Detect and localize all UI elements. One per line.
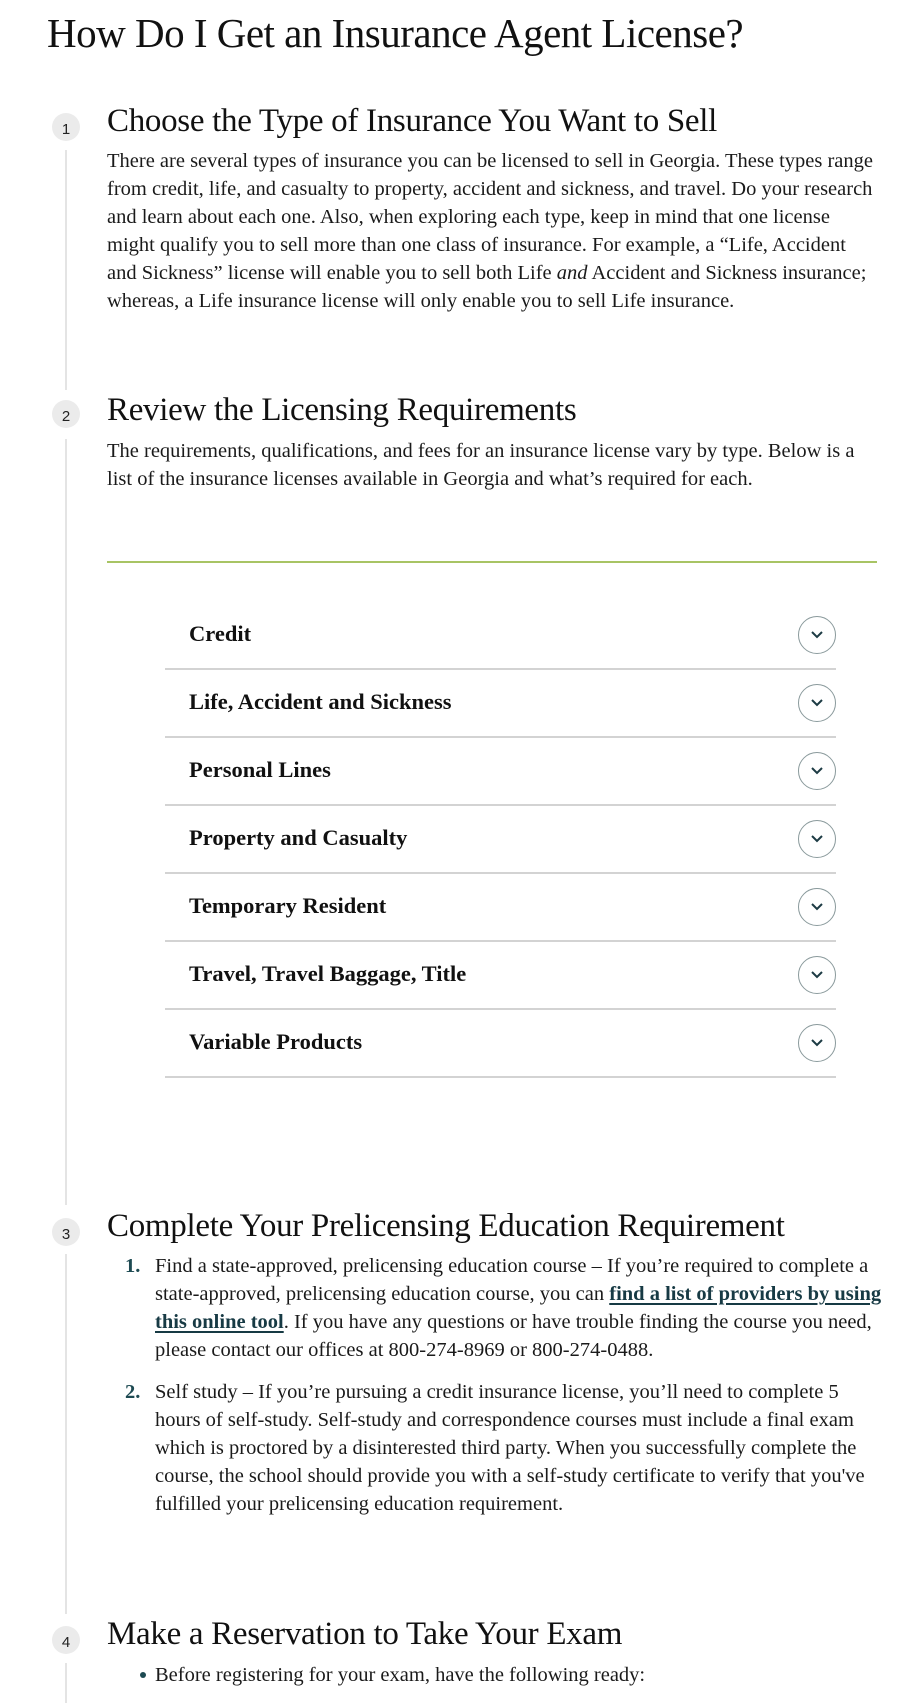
bullet-icon	[140, 1672, 146, 1678]
list-item: 1. Find a state-approved, prelicensing e…	[107, 1252, 887, 1364]
exam-prep-list: Before registering for your exam, have t…	[107, 1661, 887, 1689]
emphasis: and	[556, 262, 588, 284]
text: Self study – If you’re pursuing a credit…	[155, 1381, 865, 1515]
step-connector-line	[65, 1254, 67, 1614]
step-connector-line	[65, 1663, 67, 1703]
accordion-item-label: Personal Lines	[189, 757, 331, 782]
text: Before registering for your exam, have t…	[155, 1664, 646, 1686]
accordion-item-label: Temporary Resident	[189, 893, 387, 918]
education-steps-list: 1. Find a state-approved, prelicensing e…	[107, 1252, 887, 1532]
accordion-item-travel-baggage-title[interactable]: Travel, Travel Baggage, Title	[165, 942, 836, 1010]
accordion-toggle-button[interactable]	[798, 616, 836, 654]
accordion-toggle-button[interactable]	[798, 1024, 836, 1062]
list-marker: 2.	[125, 1381, 141, 1403]
page-title: How Do I Get an Insurance Agent License?	[47, 10, 744, 56]
section-divider	[107, 561, 877, 563]
accordion-item-property-casualty[interactable]: Property and Casualty	[165, 806, 836, 874]
step-description: The requirements, qualifications, and fe…	[107, 440, 855, 490]
step-number-badge: 2	[52, 400, 80, 428]
step-number-badge: 1	[52, 113, 80, 141]
accordion-item-personal-lines[interactable]: Personal Lines	[165, 738, 836, 806]
accordion-item-label: Variable Products	[189, 1029, 363, 1054]
chevron-down-icon	[811, 971, 823, 979]
accordion-item-label: Life, Accident and Sickness	[189, 689, 452, 714]
chevron-down-icon	[811, 699, 823, 707]
accordion-item-temporary-resident[interactable]: Temporary Resident	[165, 874, 836, 942]
accordion-toggle-button[interactable]	[798, 956, 836, 994]
list-item: 2. Self study – If you’re pursuing a cre…	[107, 1378, 887, 1518]
accordion-item-label: Credit	[189, 621, 252, 646]
step-title: Complete Your Prelicensing Education Req…	[107, 1208, 785, 1244]
accordion-toggle-button[interactable]	[798, 684, 836, 722]
chevron-down-icon	[811, 835, 823, 843]
accordion-toggle-button[interactable]	[798, 752, 836, 790]
accordion-item-life-accident-sickness[interactable]: Life, Accident and Sickness	[165, 670, 836, 738]
accordion-toggle-button[interactable]	[798, 820, 836, 858]
step-title: Choose the Type of Insurance You Want to…	[107, 103, 718, 139]
step-connector-line	[65, 150, 67, 390]
chevron-down-icon	[811, 1039, 823, 1047]
step-number-badge: 4	[52, 1626, 80, 1654]
step-title: Make a Reservation to Take Your Exam	[107, 1616, 623, 1652]
step-connector-line	[65, 439, 67, 1205]
accordion-item-credit[interactable]: Credit	[165, 602, 836, 670]
accordion-item-label: Property and Casualty	[189, 825, 408, 850]
step-title: Review the Licensing Requirements	[107, 392, 577, 428]
accordion-toggle-button[interactable]	[798, 888, 836, 926]
chevron-down-icon	[811, 767, 823, 775]
accordion-item-variable-products[interactable]: Variable Products	[165, 1010, 836, 1078]
accordion-item-label: Travel, Travel Baggage, Title	[189, 961, 467, 986]
step-description: There are several types of insurance you…	[107, 147, 877, 315]
chevron-down-icon	[811, 903, 823, 911]
list-marker: 1.	[125, 1255, 141, 1277]
list-item: Before registering for your exam, have t…	[107, 1661, 887, 1689]
chevron-down-icon	[811, 631, 823, 639]
license-type-accordion: Credit Life, Accident and Sickness Perso…	[165, 602, 836, 1078]
step-number-badge: 3	[52, 1218, 80, 1246]
